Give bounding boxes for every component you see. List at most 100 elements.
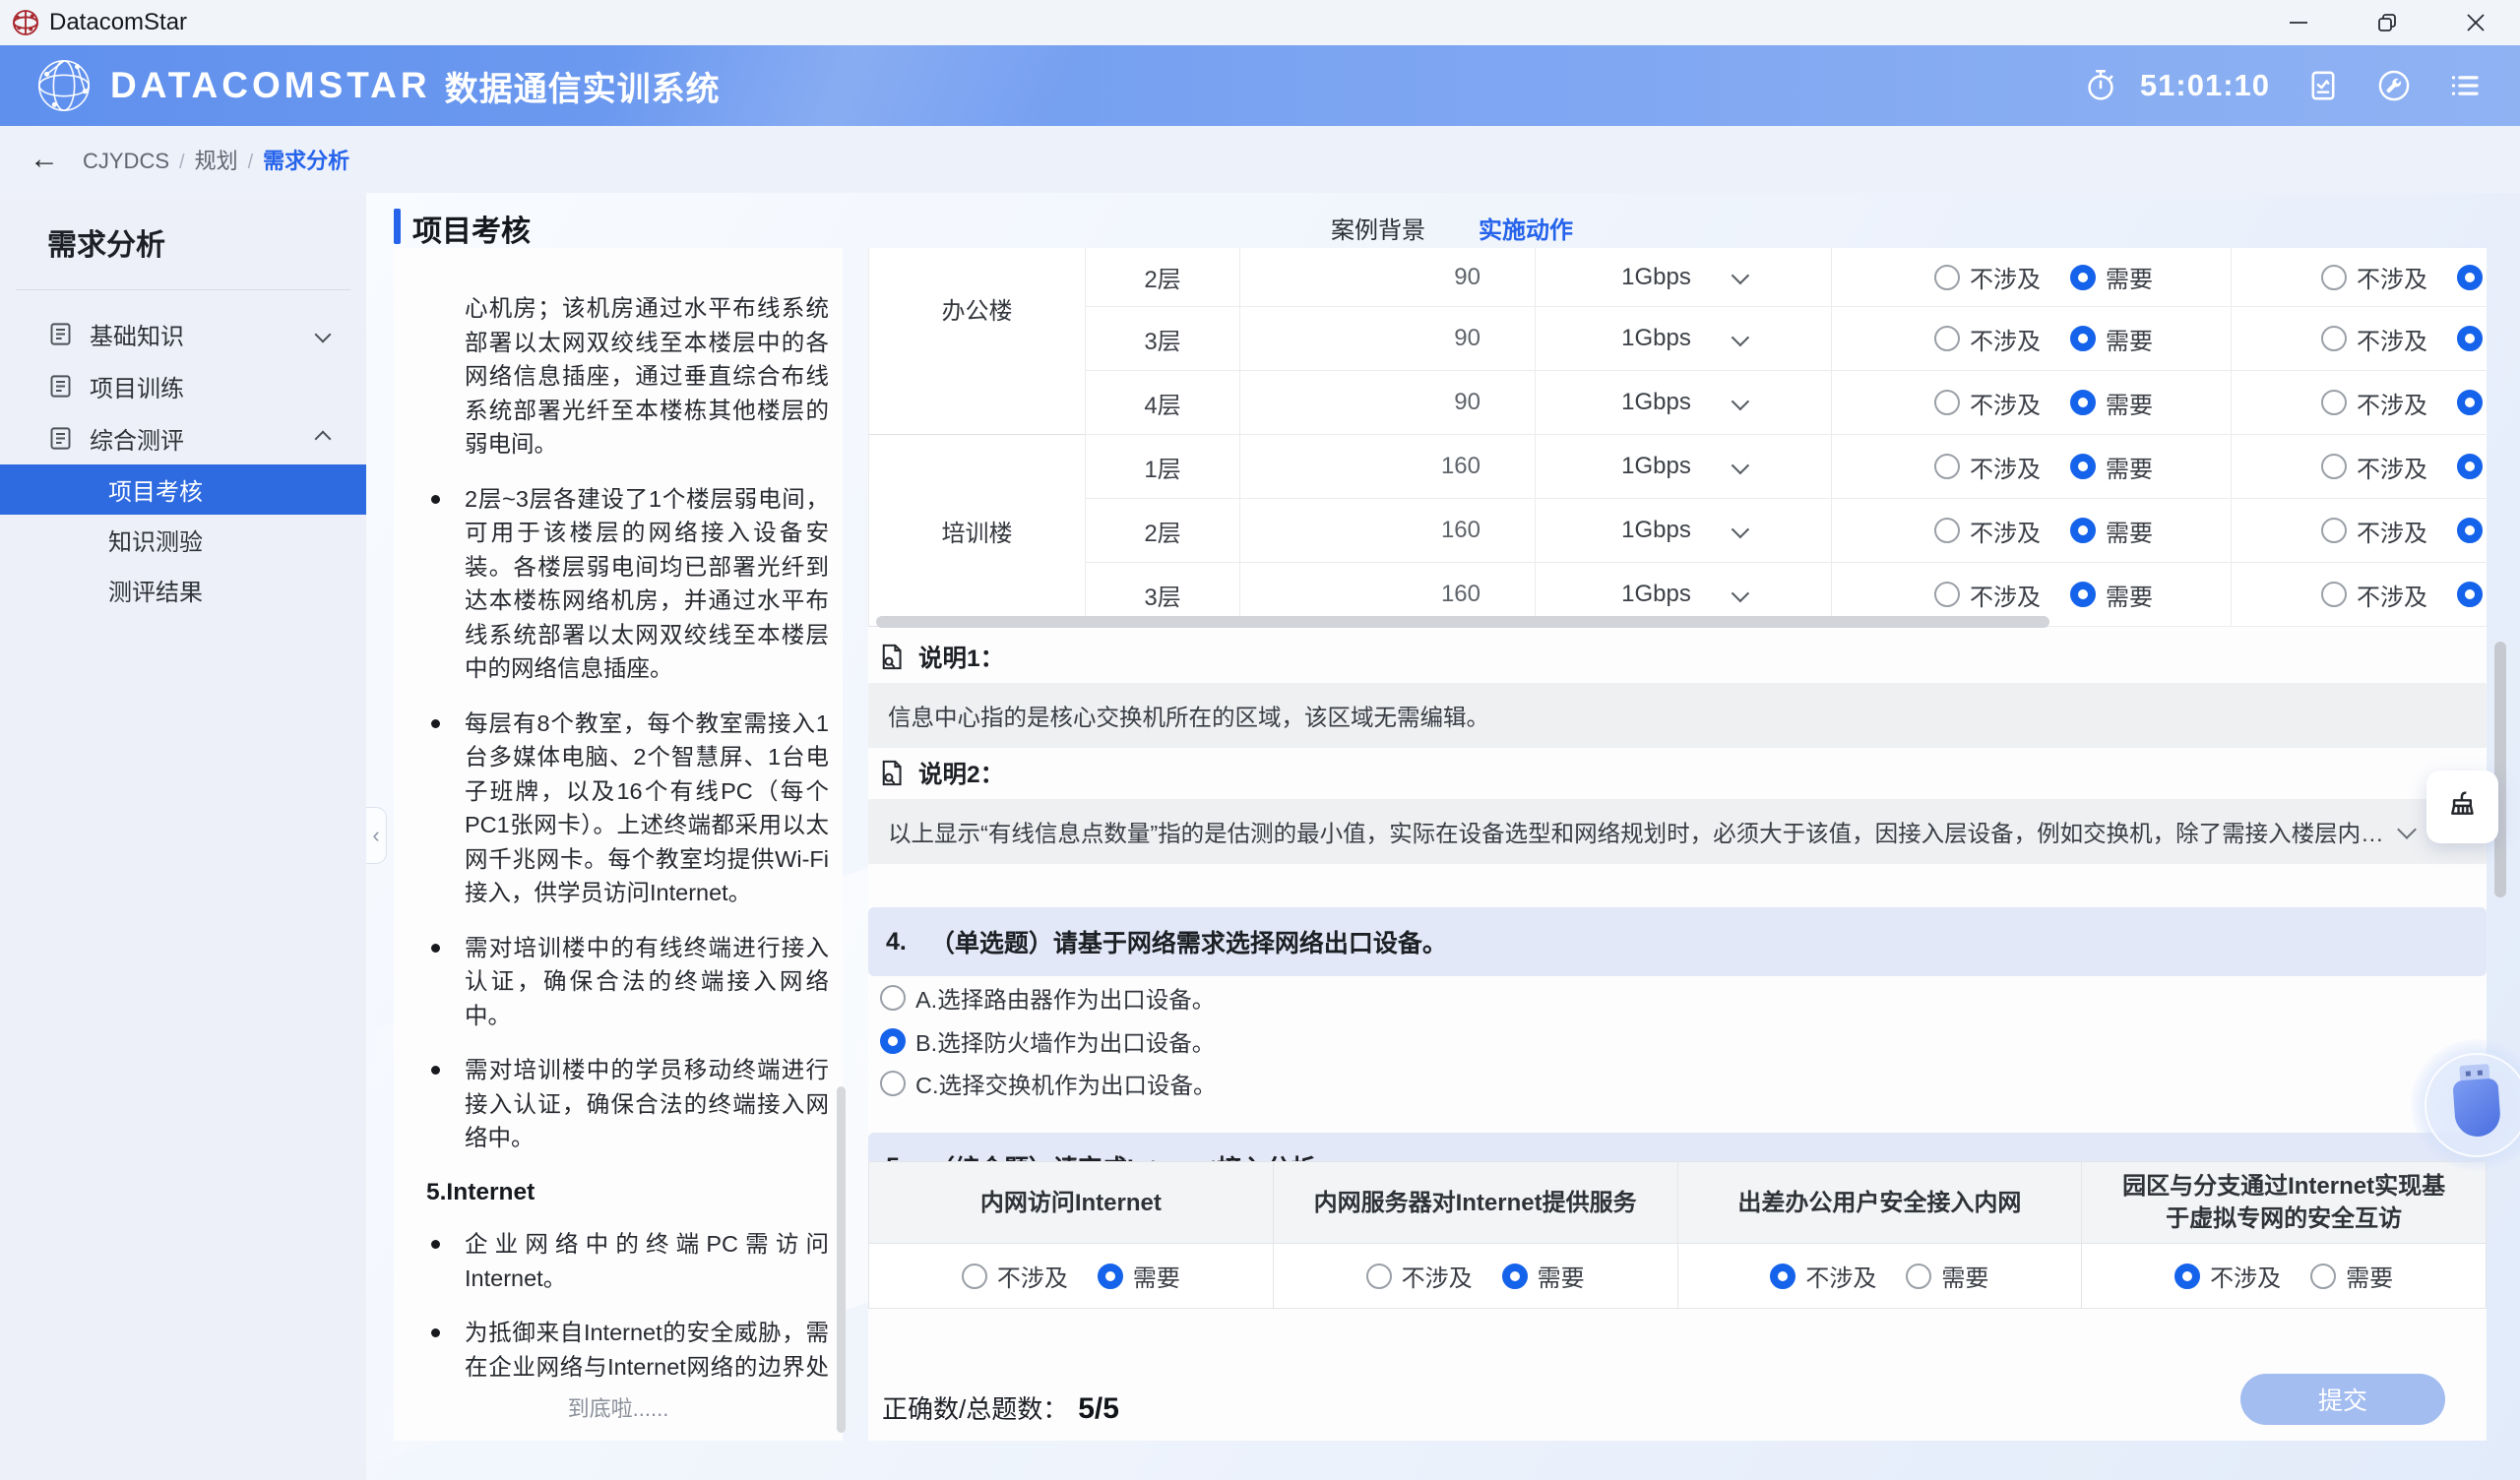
close-button[interactable] [2431,0,2520,45]
exam-timer: 51:01:10 [2140,68,2270,103]
minimize-button[interactable] [2254,0,2343,45]
sidebar-item-label: 综合测评 [90,421,184,456]
q5-radio-不涉及[interactable] [1770,1264,1796,1289]
access-radio-需要[interactable] [2070,518,2096,543]
auth-radio-不涉及[interactable] [2321,390,2347,415]
floor-cell: 2层 [1085,248,1239,307]
access-radio-不涉及[interactable] [1934,454,1960,479]
speed-select[interactable]: 1Gbps [1535,248,1831,307]
q5-radio-需要[interactable] [2310,1264,2336,1289]
access-radio-group: 不涉及需要 [1831,435,2231,499]
back-arrow-icon[interactable]: ← [30,143,73,176]
speed-select[interactable]: 1Gbps [1535,307,1831,371]
access-radio-不涉及[interactable] [1934,265,1960,290]
access-label: 需要 [2106,578,2153,612]
speed-select[interactable]: 1Gbps [1535,435,1831,499]
breadcrumb-item[interactable]: 规划 [195,149,238,173]
sidebar-subitem-知识测验[interactable]: 知识测验 [0,515,366,565]
auth-radio-需要[interactable] [2457,518,2483,543]
brand-name: DATACOMSTAR [110,65,431,106]
restore-button[interactable] [2343,0,2431,45]
case-section-heading: 5.Internet [426,1176,829,1210]
access-radio-不涉及[interactable] [1934,582,1960,607]
access-radio-需要[interactable] [2070,265,2096,290]
floor-cell: 3层 [1085,307,1239,371]
auth-radio-不涉及[interactable] [2321,265,2347,290]
points-cell: 90 [1239,307,1535,371]
access-radio-需要[interactable] [2070,454,2096,479]
auth-radio-需要[interactable] [2457,582,2483,607]
case-panel-scrollbar[interactable] [837,1086,846,1433]
auth-radio-不涉及[interactable] [2321,582,2347,607]
access-label: 需要 [2106,260,2153,294]
option-radio[interactable] [880,1028,906,1054]
auth-radio-需要[interactable] [2457,326,2483,351]
access-radio-需要[interactable] [2070,390,2096,415]
access-radio-需要[interactable] [2070,326,2096,351]
page-title-accent [394,209,401,244]
stopwatch-icon [2083,68,2118,103]
access-radio-不涉及[interactable] [1934,326,1960,351]
access-radio-需要[interactable] [2070,582,2096,607]
points-cell: 90 [1239,371,1535,435]
sidebar-item-1[interactable]: 基础知识 [0,308,366,360]
end-of-list-note: 到底啦...... [394,1391,843,1423]
report-icon[interactable] [2305,68,2341,103]
points-cell: 160 [1239,499,1535,563]
auth-radio-需要[interactable] [2457,265,2483,290]
questions-scrollbar[interactable] [2494,642,2506,897]
access-label: 不涉及 [1970,386,2041,420]
speed-select[interactable]: 1Gbps [1535,371,1831,435]
access-radio-不涉及[interactable] [1934,518,1960,543]
access-label: 不涉及 [1970,514,2041,548]
tools-icon[interactable] [2376,68,2412,103]
sidebar-subitem-label: 测评结果 [108,573,203,607]
q5-radio-需要[interactable] [1906,1264,1931,1289]
q5-radio-需要[interactable] [1502,1264,1528,1289]
option-radio[interactable] [880,985,906,1011]
speed-select[interactable]: 1Gbps [1535,499,1831,563]
sidebar-item-2[interactable]: 项目训练 [0,360,366,412]
question4-option[interactable]: A.选择路由器作为出口设备。 [880,978,1215,1018]
sidebar: 需求分析 基础知识项目训练综合测评项目考核知识测验测评结果 [0,193,366,1480]
speed-value: 1Gbps [1621,264,1691,291]
submit-button[interactable]: 提交 [2240,1374,2445,1425]
q5-label: 需要 [1941,1259,1988,1293]
case-background-panel: 心机房；该机房通过水平布线系统部署以太网双绞线至本楼层中的各网络信息插座，通过垂… [394,248,843,1441]
q5-radio-不涉及[interactable] [2174,1264,2200,1289]
q5-radio-不涉及[interactable] [1366,1264,1392,1289]
option-radio[interactable] [880,1071,906,1096]
floor-table-hscrollbar[interactable] [876,616,2049,628]
note-body-bar: 以上显示“有线信息点数量”指的是估测的最小值，实际在设备选型和网络规划时，必须大… [868,799,2487,864]
sidebar-subitem-测评结果[interactable]: 测评结果 [0,565,366,615]
window-titlebar: DatacomStar [0,0,2520,45]
question4-option[interactable]: C.选择交换机作为出口设备。 [880,1064,1217,1103]
option-label: C.选择交换机作为出口设备。 [915,1067,1217,1100]
collapse-sidebar-handle[interactable]: ‹ [366,807,387,864]
menu-list-icon[interactable] [2447,68,2483,103]
auth-radio-不涉及[interactable] [2321,454,2347,479]
access-label: 需要 [2106,514,2153,548]
q5-radio-需要[interactable] [1098,1264,1123,1289]
breadcrumb-item: 需求分析 [263,149,349,173]
option-label: A.选择路由器作为出口设备。 [915,981,1215,1015]
breadcrumb-item[interactable]: CJYDCS [83,149,169,173]
clear-tool-button[interactable] [2426,771,2498,843]
case-bullet: 需对培训楼中的学员移动终端进行接入认证，确保合法的终端接入网络中。 [394,1053,843,1155]
auth-radio-不涉及[interactable] [2321,326,2347,351]
question4-option[interactable]: B.选择防火墙作为出口设备。 [880,1021,1215,1061]
auth-radio-不涉及[interactable] [2321,518,2347,543]
access-radio-group: 不涉及需要 [1831,248,2231,307]
note-doc-icon [876,758,907,788]
note-body: 信息中心指的是核心交换机所在的区域，该区域无需编辑。 [868,699,1574,732]
sidebar-item-3[interactable]: 综合测评 [0,412,366,464]
q5-column-header: 出差办公用户安全接入内网 [1678,1162,2083,1244]
building-cell: 办公楼 [868,248,1085,435]
chevron-down-icon [315,326,332,342]
sidebar-subitem-项目考核[interactable]: 项目考核 [0,464,366,515]
question4-number: 4. [886,928,907,956]
q5-radio-不涉及[interactable] [962,1264,987,1289]
auth-radio-需要[interactable] [2457,390,2483,415]
auth-radio-需要[interactable] [2457,454,2483,479]
access-radio-不涉及[interactable] [1934,390,1960,415]
